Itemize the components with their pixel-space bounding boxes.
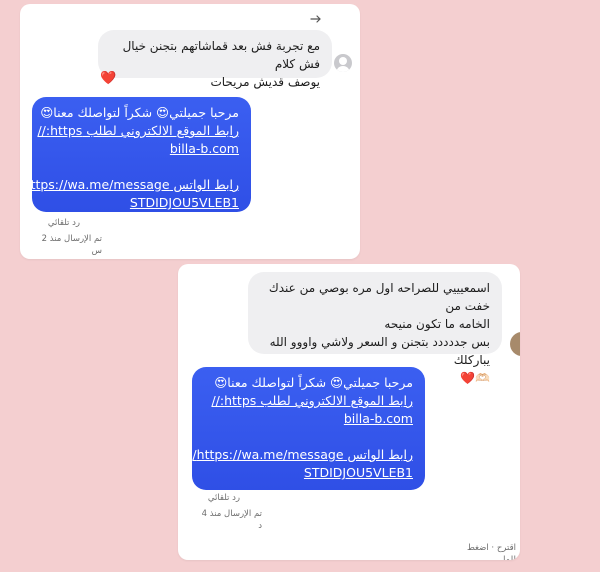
auto-reply-bubble[interactable]: مرحبا جميلتي😍 شكراً لتواصلك معنا😍 رابط ا… xyxy=(20,97,251,212)
incoming-message-line: مع تجربة فش بعد قماشاتهم بتجنن خيال فش ك… xyxy=(122,39,320,71)
avatar-head xyxy=(339,57,347,65)
heart-icon: ❤️ xyxy=(100,71,117,86)
reply-whatsapp-line[interactable]: رابط الواتس https://wa.me/message/ xyxy=(192,446,413,464)
reply-website-link[interactable]: billa-b.com xyxy=(44,140,239,158)
avatar-body xyxy=(336,66,350,72)
reply-spacer xyxy=(44,158,239,176)
reply-website-link[interactable]: billa-b.com xyxy=(204,410,413,428)
arrow-right-icon[interactable] xyxy=(310,14,322,24)
reply-greeting: مرحبا جميلتي😍 شكراً لتواصلك معنا😍 xyxy=(214,375,413,390)
incoming-message-emoji: 🫶🏻❤️ xyxy=(460,371,490,385)
profile-avatar-icon[interactable] xyxy=(334,54,352,72)
suggestion-hint[interactable]: اقترح · اضغط للمل. xyxy=(446,542,516,560)
incoming-message-line: اسمعيييي للصراحه اول مره بوصي من عندك خف… xyxy=(268,281,490,313)
incoming-message-line: بس جددددد بتجنن و السعر ولاشي واووو الله… xyxy=(269,335,490,367)
profile-avatar-icon[interactable] xyxy=(510,332,520,356)
auto-reply-label: رد تلقائي xyxy=(207,493,240,503)
incoming-message-line: يوصف قديش مريحات xyxy=(210,75,320,89)
incoming-message-line: الخامه ما تكون منيحه xyxy=(384,317,490,331)
reply-website-line[interactable]: رابط الموقع الالكتروني لطلب https:// xyxy=(37,122,239,140)
auto-reply-bubble[interactable]: مرحبا جميلتي😍 شكراً لتواصلك معنا😍 رابط ا… xyxy=(192,367,425,490)
reply-website-line[interactable]: رابط الموقع الالكتروني لطلب https:// xyxy=(204,392,413,410)
conversation-screenshot-2: اسمعيييي للصراحه اول مره بوصي من عندك خف… xyxy=(178,264,520,560)
sent-time-label: تم الإرسال منذ 2 س xyxy=(41,234,102,256)
reply-whatsapp-code[interactable]: STDIDJOU5VLEB1 xyxy=(44,194,239,212)
reply-greeting: مرحبا جميلتي😍 شكراً لتواصلك معنا😍 xyxy=(40,105,239,120)
incoming-message-bubble[interactable]: مع تجربة فش بعد قماشاتهم بتجنن خيال فش ك… xyxy=(98,30,332,89)
reply-whatsapp-code[interactable]: STDIDJOU5VLEB1 xyxy=(204,464,413,482)
auto-reply-label: رد تلقائي xyxy=(47,218,80,228)
conversation-screenshot-1: مع تجربة فش بعد قماشاتهم بتجنن خيال فش ك… xyxy=(20,4,360,259)
reply-whatsapp-line[interactable]: رابط الواتس https://wa.me/message/ xyxy=(20,176,239,194)
sent-time-label: تم الإرسال منذ 4 د xyxy=(201,509,262,531)
incoming-message-bubble[interactable]: اسمعيييي للصراحه اول مره بوصي من عندك خف… xyxy=(248,272,502,385)
reply-spacer xyxy=(204,428,413,446)
